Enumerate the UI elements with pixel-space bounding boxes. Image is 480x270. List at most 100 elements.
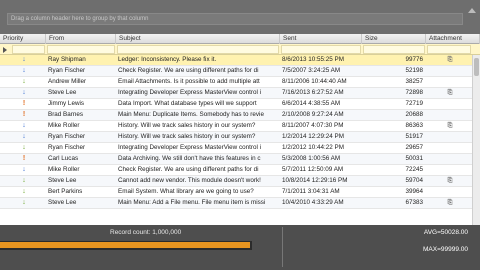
cell-sent: 6/6/2014 4:38:55 AM: [282, 100, 341, 107]
cell-subject: Check Register. We are using different p…: [118, 67, 259, 74]
filter-cell-from[interactable]: [47, 45, 115, 54]
priority-icon: ↓: [22, 78, 26, 85]
column-header-from[interactable]: From: [46, 34, 116, 44]
attachment-icon: [426, 110, 472, 120]
table-row[interactable]: ↓ Andrew Miller Email Attachments. Is it p…: [0, 77, 480, 88]
cell-size: 50031: [405, 155, 423, 162]
cell-sent: 8/11/2007 4:07:30 PM: [282, 122, 344, 129]
cell-from: Brad Barnes: [48, 111, 84, 118]
table-row[interactable]: ↓ Steve Lee Main Menu: Add a File menu. Fi…: [0, 198, 480, 209]
cell-sent: 10/8/2014 12:29:16 PM: [282, 177, 348, 184]
group-hint: Drag a column header here to group by th…: [7, 13, 463, 25]
cell-from: Bert Parkins: [48, 188, 83, 195]
cell-from: Steve Lee: [48, 199, 77, 206]
cell-from: Mike Roller: [48, 166, 80, 173]
cell-subject: Email System. What library are we going …: [118, 188, 254, 195]
cell-sent: 1/2/2014 12:29:24 PM: [282, 133, 344, 140]
priority-icon: ↓: [22, 56, 26, 63]
grid-footer: Record count: 1,000,000 AVG=50028.00 MAX…: [0, 225, 480, 270]
cell-subject: Cannot add new vendor. This module doesn…: [118, 177, 261, 184]
cell-sent: 7/16/2013 6:27:52 AM: [282, 89, 344, 96]
table-row[interactable]: ! Carl Lucas Data Archiving. We still don'…: [0, 154, 480, 165]
table-row[interactable]: ↓ Ryan Fischer History. Will we track sale…: [0, 132, 480, 143]
cell-size: 39964: [405, 188, 423, 195]
vertical-scrollbar[interactable]: [472, 55, 480, 229]
cell-subject: Data Import. What database types will we…: [118, 100, 257, 107]
attachment-icon: [426, 132, 472, 142]
attachment-icon: ⎘: [447, 123, 453, 129]
size-average-summary: AVG=50028.00: [423, 229, 468, 236]
cell-size: 51917: [405, 133, 423, 140]
table-row[interactable]: ↓ Ryan Fischer Integrating Developer Expre…: [0, 143, 480, 154]
column-header-attachment[interactable]: Attachment: [426, 34, 480, 44]
attachment-icon: ⎘: [447, 57, 453, 63]
cell-subject: History. Will we track sales history in …: [118, 122, 256, 129]
priority-icon: ↓: [22, 177, 26, 184]
column-header-subject[interactable]: Subject: [116, 34, 280, 44]
data-grid[interactable]: Priority From Subject Sent Size Attachme…: [0, 34, 480, 229]
cell-from: Jimmy Lewis: [48, 100, 85, 107]
collapse-group-panel-icon[interactable]: [468, 8, 476, 13]
priority-icon: ↓: [22, 199, 26, 206]
filter-cell-priority[interactable]: [12, 45, 45, 54]
horizontal-scroll-thumb[interactable]: [0, 242, 250, 248]
column-header-row: Priority From Subject Sent Size Attachme…: [0, 34, 480, 44]
footer-divider: [282, 227, 283, 267]
table-row[interactable]: ↓ Ryan Fischer Check Register. We are usin…: [0, 66, 480, 77]
table-row[interactable]: ↓ Steve Lee Cannot add new vendor. This mo…: [0, 176, 480, 187]
table-row[interactable]: ↓ Steve Lee Integrating Developer Express …: [0, 88, 480, 99]
column-header-size[interactable]: Size: [362, 34, 426, 44]
auto-filter-row[interactable]: [0, 44, 480, 55]
cell-sent: 8/11/2006 10:44:40 AM: [282, 78, 347, 85]
cell-from: Ryan Fischer: [48, 144, 86, 151]
filter-cell-attachment[interactable]: [427, 45, 471, 54]
column-header-priority[interactable]: Priority: [0, 34, 46, 44]
cell-sent: 7/5/2007 3:24:25 AM: [282, 67, 341, 74]
attachment-icon: [426, 66, 472, 76]
filter-cell-size[interactable]: [363, 45, 425, 54]
attachment-icon: [426, 187, 472, 197]
cell-size: 59704: [405, 177, 423, 184]
cell-size: 72719: [405, 100, 423, 107]
priority-icon: ↓: [22, 188, 26, 195]
table-row[interactable]: ↓ Mike Roller History. Will we track sales…: [0, 121, 480, 132]
cell-subject: History. Will we track sales history in …: [118, 133, 256, 140]
cell-from: Mike Roller: [48, 122, 80, 129]
vertical-scroll-thumb[interactable]: [474, 58, 479, 76]
priority-icon: ↓: [22, 122, 26, 129]
cell-sent: 5/7/2011 12:50:09 AM: [282, 166, 344, 173]
priority-icon: ↓: [22, 89, 26, 96]
attachment-icon: [426, 77, 472, 87]
cell-subject: Main Menu: Duplicate Items. Somebody has…: [118, 111, 264, 118]
cell-from: Carl Lucas: [48, 155, 79, 162]
filter-cell-sent[interactable]: [281, 45, 361, 54]
table-row[interactable]: ! Jimmy Lewis Data Import. What database t…: [0, 99, 480, 110]
column-header-sent[interactable]: Sent: [280, 34, 362, 44]
priority-icon: !: [22, 111, 26, 118]
cell-size: 52198: [405, 67, 423, 74]
cell-size: 38257: [405, 78, 423, 85]
priority-icon: ↓: [22, 133, 26, 140]
table-row[interactable]: ↓ Bert Parkins Email System. What library …: [0, 187, 480, 198]
cell-size: 99776: [405, 56, 423, 63]
table-row[interactable]: ! Brad Barnes Main Menu: Duplicate Items. …: [0, 110, 480, 121]
priority-icon: ↓: [22, 166, 26, 173]
cell-size: 67383: [405, 199, 423, 206]
table-row[interactable]: ↓ Ray Shipman Ledger: Inconsistency. Pleas…: [0, 55, 480, 66]
attachment-icon: ⎘: [447, 178, 453, 184]
table-row[interactable]: ↓ Mike Roller Check Register. We are using…: [0, 165, 480, 176]
filter-cell-subject[interactable]: [117, 45, 279, 54]
cell-subject: Main Menu: Add a File menu. File menu it…: [118, 199, 266, 206]
attachment-icon: [426, 165, 472, 175]
group-panel[interactable]: Drag a column header here to group by th…: [0, 0, 480, 34]
cell-size: 72245: [405, 166, 423, 173]
cell-sent: 1/2/2012 10:44:22 PM: [282, 144, 344, 151]
attachment-icon: [426, 99, 472, 109]
cell-from: Andrew Miller: [48, 78, 87, 85]
cell-subject: Integrating Developer Express MasterView…: [118, 89, 262, 96]
cell-sent: 7/1/2011 3:04:31 AM: [282, 188, 340, 195]
cell-sent: 2/10/2008 9:27:24 AM: [282, 111, 344, 118]
filter-row-indicator-icon: [3, 47, 7, 53]
attachment-icon: [426, 143, 472, 153]
cell-from: Steve Lee: [48, 89, 77, 96]
